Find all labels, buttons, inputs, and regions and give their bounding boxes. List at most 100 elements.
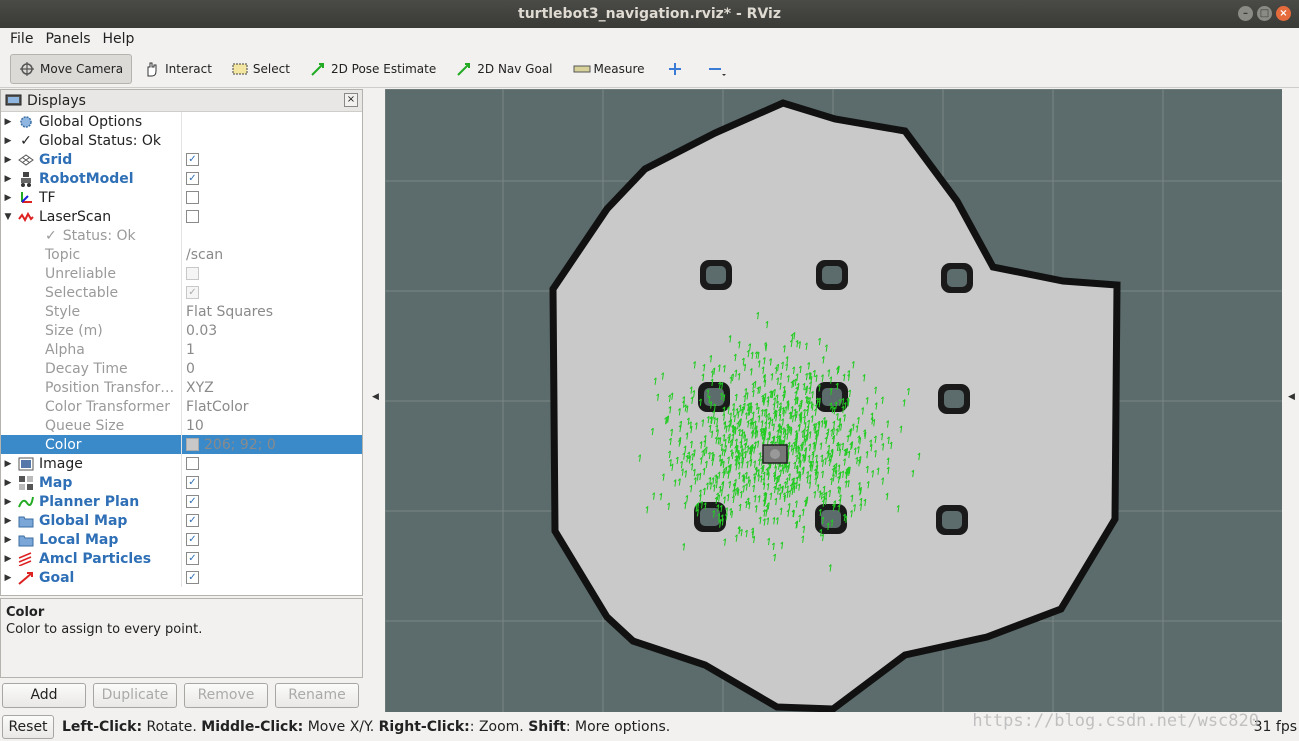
- measure-label: Measure: [593, 61, 645, 76]
- grid-icon: [17, 152, 35, 168]
- tool-toolbar: Move Camera Interact Select 2D Pose Esti…: [0, 50, 1299, 88]
- tree-item-label: Goal: [39, 569, 75, 586]
- map-pillar-core: [947, 269, 967, 287]
- tree-row-grid[interactable]: ▶ Grid ✓: [1, 150, 362, 169]
- property-row-style[interactable]: Style Flat Squares: [1, 302, 362, 321]
- visibility-checkbox[interactable]: [186, 210, 199, 223]
- visibility-checkbox[interactable]: ✓: [186, 172, 199, 185]
- close-button[interactable]: ×: [1276, 6, 1291, 21]
- visibility-checkbox[interactable]: ✓: [186, 571, 199, 584]
- property-row-color[interactable]: Color 206; 92; 0: [1, 435, 362, 454]
- menu-file[interactable]: File: [4, 28, 39, 50]
- remove-tool-button[interactable]: [697, 54, 733, 84]
- property-row-topic[interactable]: Topic/scan: [1, 245, 362, 264]
- collapse-right-icon[interactable]: ◀: [1288, 392, 1295, 402]
- displays-tree: ▶ Global Options ▶ ✓ Global Status: Ok ▶ Grid ✓…: [1, 112, 362, 587]
- property-value: 1: [186, 341, 195, 358]
- maximize-button[interactable]: □: [1257, 6, 1272, 21]
- expand-right-icon[interactable]: ▶: [1, 554, 15, 564]
- menu-panels[interactable]: Panels: [39, 28, 96, 50]
- property-label: Topic: [45, 246, 81, 263]
- tree-item-label: Local Map: [39, 531, 119, 548]
- tree-row-planner-plan[interactable]: ▶ Planner Plan ✓: [1, 492, 362, 511]
- map-pillar-core: [706, 266, 726, 284]
- select-tool[interactable]: Select: [224, 54, 298, 84]
- tree-row-image[interactable]: ▶ Image: [1, 454, 362, 473]
- collapse-left-icon[interactable]: ◀: [372, 392, 379, 402]
- property-row-color-transformer[interactable]: Color Transformer FlatColor: [1, 397, 362, 416]
- property-row-queue-size[interactable]: Queue Size 10: [1, 416, 362, 435]
- property-row-status-ok[interactable]: ✓ Status: Ok: [1, 226, 362, 245]
- expand-right-icon[interactable]: ▶: [1, 516, 15, 526]
- window-title: turtlebot3_navigation.rviz* - RViz: [518, 6, 781, 22]
- visibility-checkbox[interactable]: ✓: [186, 476, 199, 489]
- add-button[interactable]: Add: [2, 683, 86, 708]
- property-value: 10: [186, 417, 204, 434]
- tree-item-label: TF: [39, 189, 56, 206]
- property-row-position-transfor[interactable]: Position Transfor… XYZ: [1, 378, 362, 397]
- tree-item-label: Global Map: [39, 512, 128, 529]
- property-row-selectable[interactable]: Selectable ✓: [1, 283, 362, 302]
- tree-row-laserscan[interactable]: ▼ LaserScan: [1, 207, 362, 226]
- expand-down-icon[interactable]: ▼: [1, 212, 15, 222]
- tree-row-global-map[interactable]: ▶ Global Map ✓: [1, 511, 362, 530]
- expand-right-icon[interactable]: ▶: [1, 535, 15, 545]
- color-swatch[interactable]: [186, 438, 199, 451]
- minus-icon: [707, 61, 726, 77]
- expand-right-icon[interactable]: ▶: [1, 174, 15, 184]
- nav-goal-label: 2D Nav Goal: [477, 61, 553, 76]
- property-row-unreliable[interactable]: Unreliable: [1, 264, 362, 283]
- visibility-checkbox[interactable]: ✓: [186, 514, 199, 527]
- property-row-decay-time[interactable]: Decay Time 0: [1, 359, 362, 378]
- expand-right-icon[interactable]: ▶: [1, 155, 15, 165]
- move-camera-tool[interactable]: Move Camera: [10, 53, 133, 84]
- tree-row-global-status-ok[interactable]: ▶ ✓ Global Status: Ok: [1, 131, 362, 150]
- property-row-alpha[interactable]: Alpha 1: [1, 340, 362, 359]
- expand-right-icon[interactable]: ▶: [1, 573, 15, 583]
- gear-icon: [17, 114, 35, 130]
- pose-estimate-tool[interactable]: 2D Pose Estimate: [302, 54, 444, 84]
- move-camera-icon: [19, 61, 35, 77]
- tree-row-goal[interactable]: ▶ Goal ✓: [1, 568, 362, 587]
- close-panel-icon[interactable]: ×: [344, 93, 358, 107]
- visibility-checkbox[interactable]: [186, 191, 199, 204]
- property-checkbox[interactable]: [186, 267, 199, 280]
- menu-help[interactable]: Help: [97, 28, 141, 50]
- fps-counter: 31 fps: [1253, 719, 1297, 735]
- duplicate-button[interactable]: Duplicate: [93, 683, 177, 708]
- property-checkbox[interactable]: ✓: [186, 286, 199, 299]
- folder-icon: [17, 513, 35, 529]
- tree-item-label: Image: [39, 455, 83, 472]
- expand-right-icon[interactable]: ▶: [1, 497, 15, 507]
- reset-button[interactable]: Reset: [2, 715, 54, 739]
- property-value: FlatColor: [186, 398, 249, 415]
- visibility-checkbox[interactable]: ✓: [186, 153, 199, 166]
- minimize-button[interactable]: –: [1238, 6, 1253, 21]
- nav-goal-tool[interactable]: 2D Nav Goal: [448, 54, 560, 84]
- visibility-checkbox[interactable]: ✓: [186, 495, 199, 508]
- interact-tool[interactable]: Interact: [136, 54, 220, 84]
- tree-row-global-options[interactable]: ▶ Global Options: [1, 112, 362, 131]
- check-icon: ✓: [20, 132, 32, 149]
- tree-row-robotmodel[interactable]: ▶ RobotModel ✓: [1, 169, 362, 188]
- remove-button[interactable]: Remove: [184, 683, 268, 708]
- hand-icon: [144, 61, 160, 77]
- visibility-checkbox[interactable]: ✓: [186, 533, 199, 546]
- render-viewport[interactable]: [385, 89, 1282, 712]
- property-row-size-m[interactable]: Size (m) 0.03: [1, 321, 362, 340]
- select-icon: [232, 61, 248, 77]
- expand-right-icon[interactable]: ▶: [1, 478, 15, 488]
- tree-row-map[interactable]: ▶ Map ✓: [1, 473, 362, 492]
- expand-right-icon[interactable]: ▶: [1, 459, 15, 469]
- tree-row-amcl-particles[interactable]: ▶ Amcl Particles ✓: [1, 549, 362, 568]
- tree-row-local-map[interactable]: ▶ Local Map ✓: [1, 530, 362, 549]
- expand-right-icon[interactable]: ▶: [1, 136, 15, 146]
- add-tool-button[interactable]: [657, 54, 693, 84]
- visibility-checkbox[interactable]: [186, 457, 199, 470]
- rename-button[interactable]: Rename: [275, 683, 359, 708]
- visibility-checkbox[interactable]: ✓: [186, 552, 199, 565]
- measure-tool[interactable]: Measure: [565, 54, 653, 84]
- expand-right-icon[interactable]: ▶: [1, 193, 15, 203]
- expand-right-icon[interactable]: ▶: [1, 117, 15, 127]
- tree-row-tf[interactable]: ▶ TF: [1, 188, 362, 207]
